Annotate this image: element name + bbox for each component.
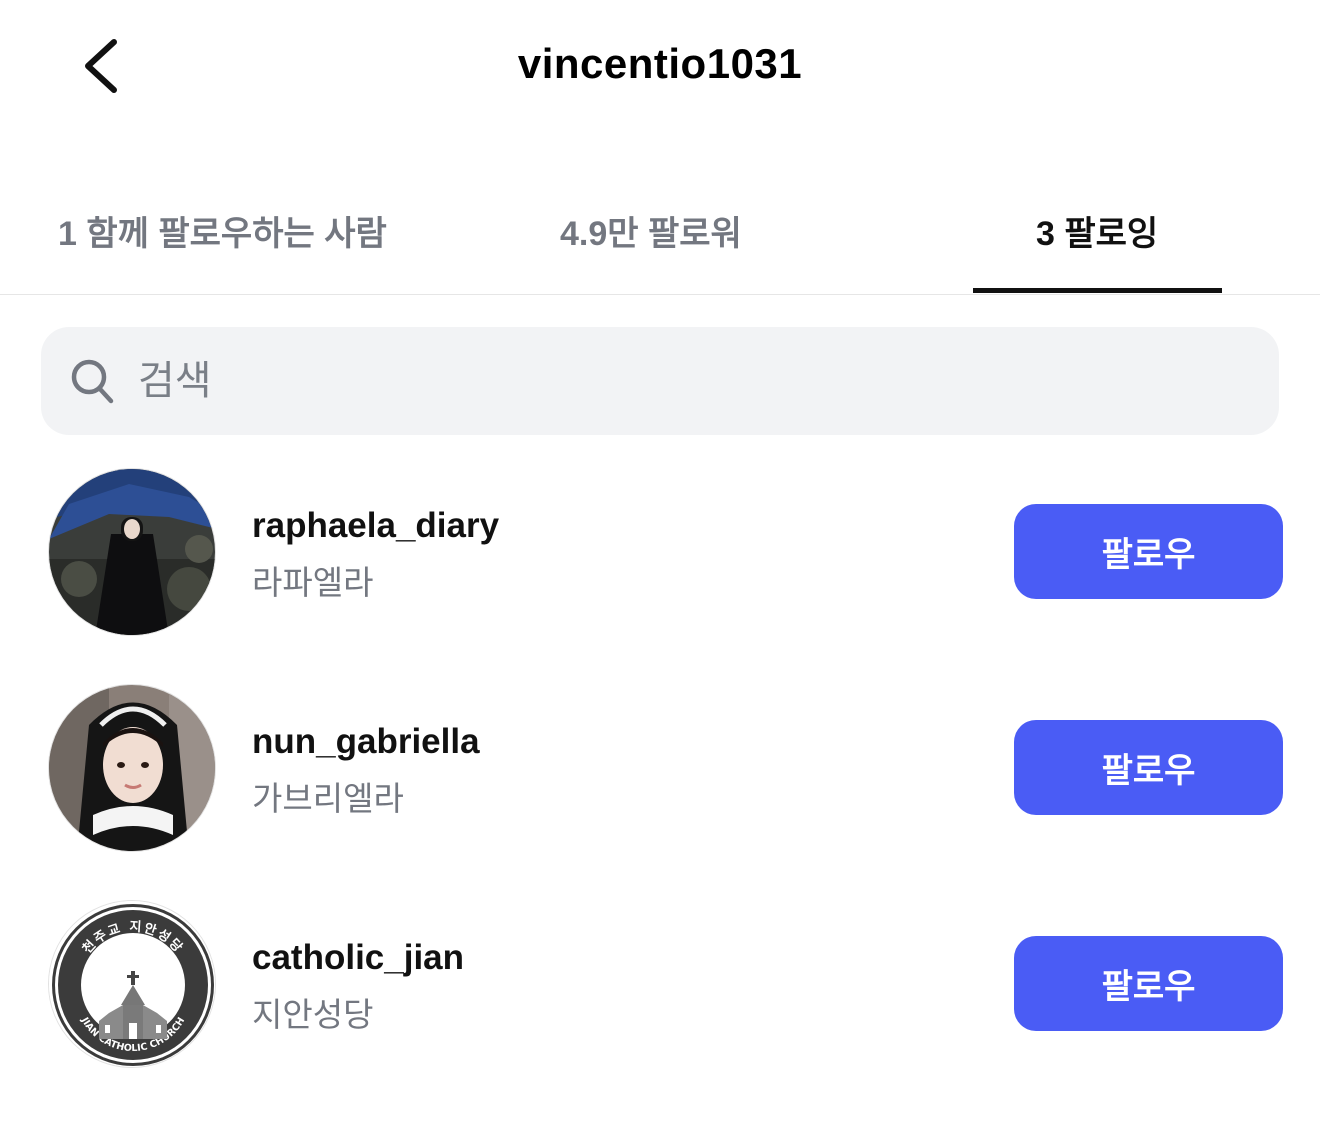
search-input[interactable] xyxy=(136,338,1240,424)
follow-button[interactable]: 팔로우 xyxy=(1014,504,1283,599)
follow-button[interactable]: 팔로우 xyxy=(1014,936,1283,1031)
page-title: vincentio1031 xyxy=(517,40,803,87)
tab-following[interactable]: 3 팔로잉 xyxy=(1036,206,1158,255)
list-item[interactable]: raphaela_diary 라파엘라 팔로우 xyxy=(0,468,1320,638)
search-icon xyxy=(71,359,114,404)
follow-button[interactable]: 팔로우 xyxy=(1014,720,1283,815)
avatar[interactable]: 천주교 지안성당 JIAN CATHOLIC CHURCH xyxy=(48,900,216,1068)
list-item[interactable]: 천주교 지안성당 JIAN CATHOLIC CHURCH catholic_j… xyxy=(0,900,1320,1070)
avatar[interactable] xyxy=(48,468,216,636)
username[interactable]: raphaela_diary xyxy=(252,506,499,546)
list-item[interactable]: nun_gabriella 가브리엘라 팔로우 xyxy=(0,684,1320,854)
active-tab-indicator xyxy=(973,288,1222,293)
tab-followers[interactable]: 4.9만 팔로워 xyxy=(560,206,742,255)
avatar[interactable] xyxy=(48,684,216,852)
display-name: 지안성당 xyxy=(252,996,374,1033)
display-name: 라파엘라 xyxy=(252,564,374,601)
username[interactable]: nun_gabriella xyxy=(252,722,480,762)
display-name: 가브리엘라 xyxy=(252,780,404,817)
username[interactable]: catholic_jian xyxy=(252,938,464,978)
tab-bar: 1 함께 팔로우하는 사람 4.9만 팔로워 3 팔로잉 xyxy=(0,180,1320,295)
church-logo: 천주교 지안성당 JIAN CATHOLIC CHURCH xyxy=(49,901,215,1067)
top-bar: vincentio1031 xyxy=(0,0,1320,140)
tab-mutual-followers[interactable]: 1 함께 팔로우하는 사람 xyxy=(58,206,387,255)
